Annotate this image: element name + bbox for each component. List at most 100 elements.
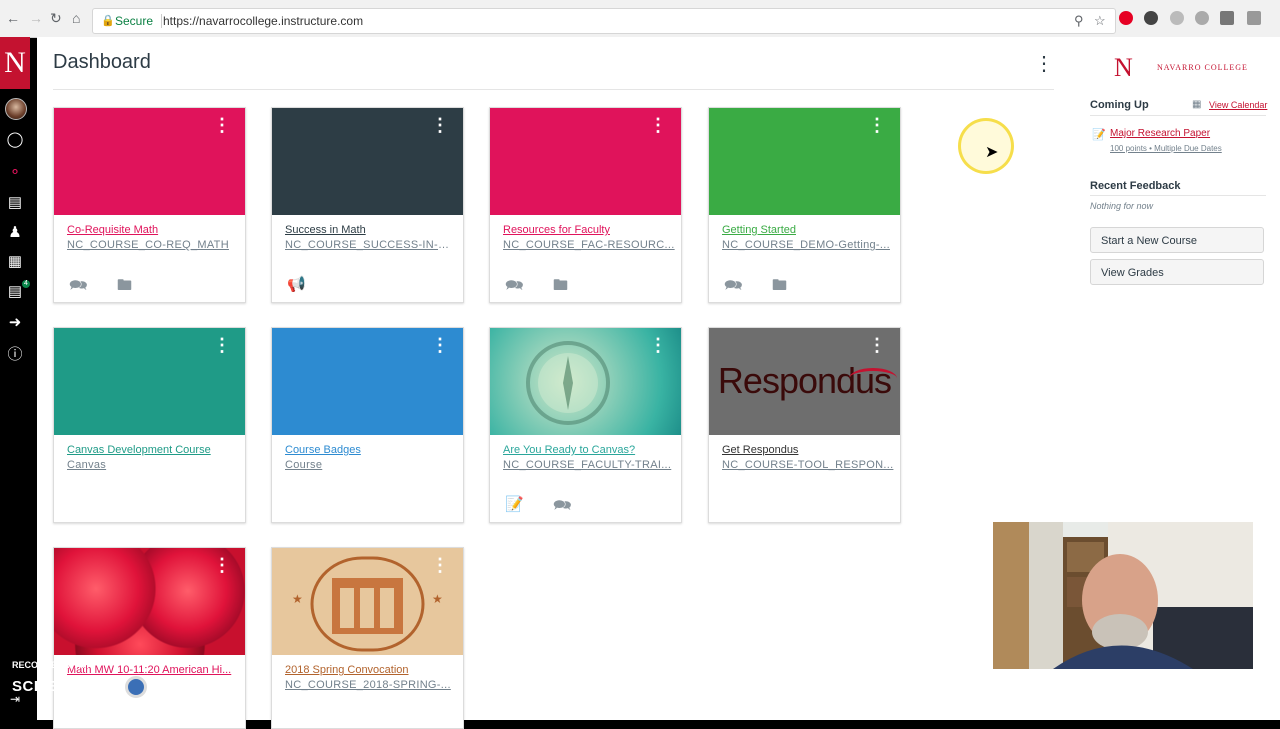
card-options-icon[interactable]: ⋮	[649, 116, 667, 134]
course-card[interactable]: ⋮ Are You Ready to Canvas? NC_COURSE_FAC…	[489, 327, 682, 523]
announcement-icon[interactable]: 🗪	[505, 275, 524, 300]
coming-up-heading: Coming Up	[1090, 99, 1149, 111]
recent-feedback-heading: Recent Feedback	[1090, 180, 1181, 192]
webcam-overlay	[993, 522, 1253, 669]
upcoming-item-link[interactable]: Major Research Paper	[1110, 128, 1210, 139]
search-icon[interactable]: ⚲	[1074, 13, 1084, 29]
help-icon[interactable]: ⓘ	[4, 343, 26, 364]
presenter-video	[993, 522, 1253, 669]
card-code[interactable]: NC_COURSE-TOOL_RESPON...	[722, 459, 894, 471]
card-options-icon[interactable]: ⋮	[868, 336, 886, 354]
start-new-course-button[interactable]: Start a New Course	[1090, 227, 1264, 253]
card-title[interactable]: Canvas Development Course	[67, 444, 237, 456]
account-avatar[interactable]	[5, 98, 27, 120]
upcoming-item-details[interactable]: 100 points • Multiple Due Dates	[1110, 144, 1222, 153]
card-title[interactable]: Get Respondus	[722, 444, 892, 456]
course-card[interactable]: ⋮ Success in Math NC_COURSE_SUCCESS-IN-M…	[271, 107, 464, 303]
extension-icon[interactable]	[1170, 11, 1184, 25]
url-text[interactable]: https://navarrocollege.instructure.com	[163, 14, 363, 28]
watermark-word-2: MATIC	[151, 677, 201, 695]
course-card[interactable]: ⋮ Canvas Development Course Canvas	[53, 327, 246, 523]
pinterest-icon[interactable]	[1119, 11, 1133, 25]
card-options-icon[interactable]: ⋮	[213, 556, 231, 574]
course-card[interactable]: ⋮ Math MW 10-11:20 American Hi...	[53, 547, 246, 729]
card-code[interactable]: NC_COURSE_2018-SPRING-...	[285, 679, 457, 691]
view-grades-button[interactable]: View Grades	[1090, 259, 1264, 285]
brand-logo[interactable]: N	[0, 37, 30, 89]
card-code[interactable]: NC_COURSE_FACULTY-TRAI...	[503, 459, 675, 471]
course-card[interactable]: ⋮ Course Badges Course	[271, 327, 464, 523]
course-card[interactable]: ⋮ Getting Started NC_COURSE_DEMO-Getting…	[708, 107, 901, 303]
card-title[interactable]: Are You Ready to Canvas?	[503, 444, 673, 456]
card-code[interactable]: NC_COURSE_CO-REQ_MATH	[67, 239, 239, 251]
forward-icon[interactable]: →	[29, 10, 43, 26]
back-icon[interactable]: ←	[6, 10, 20, 26]
screencast-logo-icon	[125, 676, 148, 698]
announcement-icon[interactable]: 🗪	[69, 275, 88, 300]
feedback-empty-text: Nothing for now	[1090, 201, 1154, 211]
announcement-icon[interactable]: 🗪	[724, 275, 743, 300]
folder-icon[interactable]: 🖿	[772, 275, 787, 300]
screencast-watermark: SCREENCAST MATIC	[12, 676, 201, 698]
card-title[interactable]: Co-Requisite Math	[67, 224, 237, 236]
card-code[interactable]: NC_COURSE_SUCCESS-IN-M...	[285, 239, 457, 251]
course-card[interactable]: ★ ★ ⋮ 2018 Spring Convocation NC_COURSE_…	[271, 547, 464, 729]
commons-icon[interactable]: ➜	[4, 313, 26, 331]
card-options-icon[interactable]: ⋮	[213, 116, 231, 134]
star-icon[interactable]: ☆	[1094, 13, 1106, 29]
groups-icon[interactable]: ♟	[4, 223, 26, 241]
card-options-icon[interactable]: ⋮	[649, 336, 667, 354]
svg-text:★: ★	[432, 592, 443, 606]
card-options-icon[interactable]: ⋮	[431, 336, 449, 354]
home-icon[interactable]: ⌂	[72, 10, 80, 26]
folder-icon[interactable]: 🖿	[117, 275, 132, 300]
course-card[interactable]: ⋮ Co-Requisite Math NC_COURSE_CO-REQ_MAT…	[53, 107, 246, 303]
card-code[interactable]: Canvas	[67, 459, 239, 471]
card-title[interactable]: Getting Started	[722, 224, 892, 236]
address-bar[interactable]: 🔒 Secure https://navarrocollege.instruct…	[92, 8, 1116, 34]
card-options-icon[interactable]: ⋮	[213, 336, 231, 354]
megaphone-icon[interactable]: 📢	[287, 275, 306, 293]
calendar-icon: ▦	[1192, 99, 1202, 110]
courses-icon[interactable]: ▤	[4, 193, 26, 211]
dashboard-icon[interactable]: ⚬	[4, 163, 26, 181]
card-title[interactable]: Resources for Faculty	[503, 224, 673, 236]
view-calendar-link[interactable]: View Calendar	[1209, 100, 1267, 110]
card-title[interactable]: 2018 Spring Convocation	[285, 664, 455, 676]
admin-icon[interactable]: ◯	[4, 130, 26, 148]
page-title: Dashboard	[53, 51, 151, 73]
extension-icon[interactable]	[1195, 11, 1209, 25]
lock-icon: 🔒	[101, 15, 115, 27]
calendar-icon[interactable]: ▦	[4, 252, 26, 270]
browser-toolbar: ← → ↻ ⌂ 🔒 Secure https://navarrocollege.…	[0, 0, 1280, 38]
card-options-icon[interactable]: ⋮	[868, 116, 886, 134]
course-card[interactable]: ⋮ Resources for Faculty NC_COURSE_FAC-RE…	[489, 107, 682, 303]
extension-icon[interactable]	[1144, 11, 1158, 25]
card-title[interactable]: Math MW 10-11:20 American Hi...	[67, 664, 237, 676]
dashboard-options-icon[interactable]: ⋮	[1034, 51, 1054, 76]
assignment-icon: 📝	[1092, 129, 1106, 141]
card-options-icon[interactable]: ⋮	[431, 556, 449, 574]
svg-text:★: ★	[292, 592, 303, 606]
card-title[interactable]: Course Badges	[285, 444, 455, 456]
global-nav: N ◯ ⚬ ▤ ♟ ▦ ▤ 4 ➜ ⓘ ⇥	[0, 37, 30, 720]
discussion-icon[interactable]: 🗪	[553, 495, 572, 520]
college-logo-text: NAVARRO COLLEGE	[1157, 63, 1248, 72]
divider	[1090, 115, 1266, 116]
reload-icon[interactable]: ↻	[50, 10, 62, 27]
card-code[interactable]: NC_COURSE_FAC-RESOURC...	[503, 239, 675, 251]
course-card[interactable]: Respondus ⋮ Get Respondus NC_COURSE-TOOL…	[708, 327, 901, 523]
extension-icon[interactable]	[1220, 11, 1234, 25]
watermark-word-1: SCREENCAST	[12, 677, 121, 695]
separator	[161, 14, 162, 28]
respondus-swoosh	[849, 368, 897, 389]
card-code[interactable]: NC_COURSE_DEMO-Getting-...	[722, 239, 894, 251]
card-options-icon[interactable]: ⋮	[431, 116, 449, 134]
assignment-icon[interactable]: 📝	[505, 495, 524, 513]
card-title[interactable]: Success in Math	[285, 224, 455, 236]
card-code[interactable]: Course	[285, 459, 457, 471]
header-divider	[53, 89, 1054, 90]
mouse-cursor-icon: ➤	[985, 144, 999, 161]
extension-icon[interactable]	[1247, 11, 1261, 25]
folder-icon[interactable]: 🖿	[553, 275, 568, 300]
